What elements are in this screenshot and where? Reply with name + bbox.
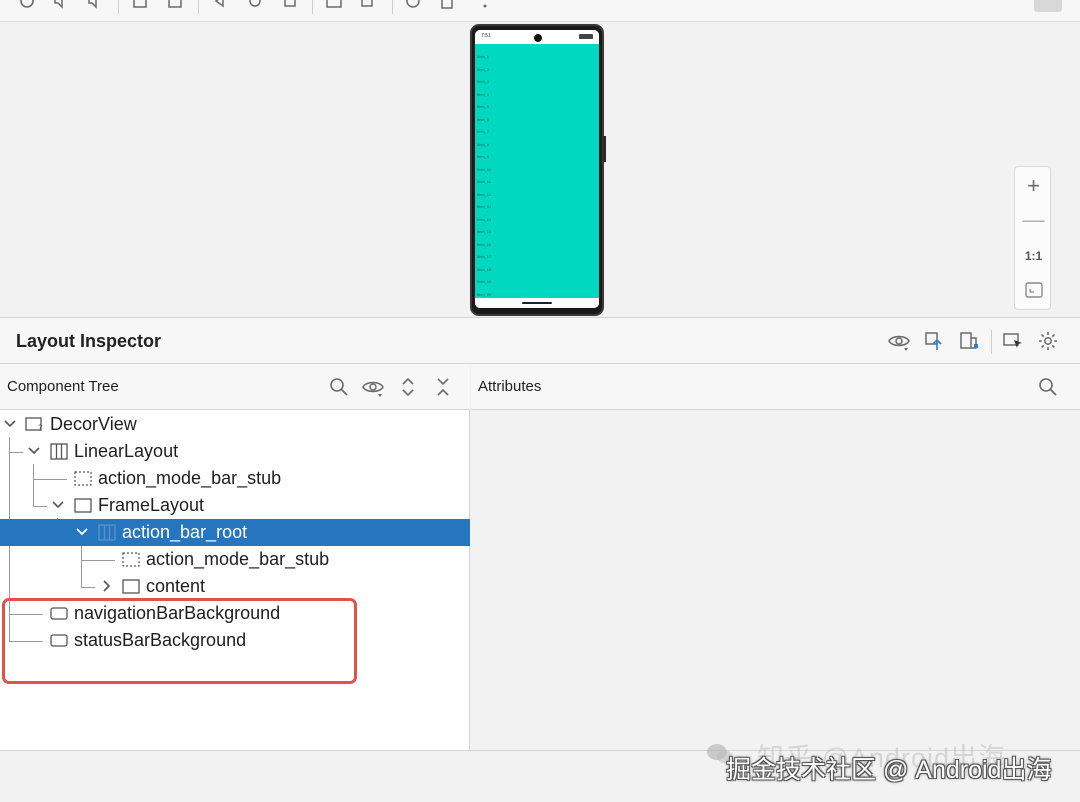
device-preview-area: 7:51 item_1 item_2 item_3 item_4 item_5 item_… [0, 23, 1080, 317]
layout-inspector-toggle-icon[interactable] [1034, 0, 1062, 12]
snapshot-icon[interactable] [958, 330, 980, 352]
device-list-item: item_18 [477, 266, 492, 272]
device-list-item: item_9 [477, 154, 490, 159]
tree-node-label: LinearLayout [74, 441, 179, 461]
device-status-bar: 7:51 [475, 30, 599, 44]
fit-screen-button[interactable] [1015, 273, 1052, 307]
chevron-down-icon[interactable] [3, 417, 17, 431]
rotate-right-icon[interactable] [166, 0, 184, 10]
info-icon[interactable] [404, 0, 422, 10]
record-icon[interactable] [360, 0, 378, 10]
attributes-panel: Attributes [471, 364, 1080, 750]
chevron-down-icon[interactable] [27, 444, 41, 458]
fit-screen-icon [1024, 282, 1043, 298]
tree-node-decorview[interactable]: ? DecorView [0, 411, 470, 438]
export-icon[interactable] [923, 330, 945, 352]
device-list-item: item_8 [477, 141, 490, 147]
device-screen[interactable]: 7:51 item_1 item_2 item_3 item_4 item_5 item_… [475, 30, 599, 308]
device-frame: 7:51 item_1 item_2 item_3 item_4 item_5 item_… [470, 24, 606, 316]
tree-node-label: FrameLayout [98, 495, 205, 515]
gear-icon[interactable] [1037, 330, 1059, 352]
collapse-all-icon[interactable] [432, 376, 454, 398]
device-list-item: item_13 [477, 204, 492, 209]
device-list-item: item_7 [477, 129, 490, 134]
stub-icon [122, 552, 140, 567]
chevron-right-icon[interactable] [99, 579, 113, 593]
component-tree-header: Component Tree [0, 364, 470, 410]
watermark-text: 掘金技术社区 @ Android出海 [726, 756, 1052, 784]
device-icon[interactable] [438, 0, 456, 10]
attributes-title: Attributes [478, 378, 542, 395]
gesture-handle [522, 302, 552, 304]
screenshot-icon[interactable] [325, 0, 343, 10]
tree-node-linearlayout[interactable]: LinearLayout [0, 438, 470, 465]
actual-size-button[interactable]: 1:1 [1015, 239, 1052, 273]
device-list-item: item_14 [477, 216, 492, 222]
device-side-button [603, 136, 606, 162]
tree-node-content[interactable]: content [0, 573, 470, 600]
device-list-item: item_17 [477, 254, 492, 259]
tree-node-framelayout[interactable]: FrameLayout [0, 492, 470, 519]
zoom-controls: + — 1:1 [1014, 166, 1051, 310]
device-list-item: item_19 [477, 279, 492, 284]
device-list-item: item_5 [477, 104, 490, 109]
frame-layout-icon [74, 498, 92, 513]
camera-cutout [534, 34, 542, 42]
linear-layout-icon [50, 443, 68, 460]
overview-icon[interactable] [281, 0, 299, 10]
device-list-item: item_20 [477, 291, 492, 297]
tree-node-label: content [146, 576, 206, 596]
device-list-item: item_12 [477, 191, 492, 197]
zoom-in-button[interactable]: + [1015, 169, 1052, 203]
search-icon[interactable] [1037, 376, 1059, 398]
device-list-item: item_1 [477, 54, 490, 59]
signal-battery-icon [579, 34, 593, 39]
tree-node-label: DecorView [50, 414, 137, 434]
chevron-down-icon[interactable] [75, 525, 89, 539]
tree-node-action-bar-root[interactable]: action_bar_root [0, 519, 470, 546]
tree-node-label: action_bar_root [122, 522, 248, 542]
device-list-item: item_15 [477, 229, 492, 234]
frame-layout-icon [122, 579, 140, 594]
tree-node-label: action_mode_bar_stub [146, 549, 330, 569]
eye-icon[interactable] [888, 330, 910, 352]
volume-down-icon[interactable] [86, 0, 104, 10]
tree-node-label: action_mode_bar_stub [98, 468, 282, 488]
attributes-header: Attributes [471, 364, 1080, 410]
svg-text:?: ? [38, 424, 43, 432]
device-list-item: item_6 [477, 116, 490, 122]
layout-inspector-header: Layout Inspector [0, 317, 1080, 364]
stub-icon [74, 471, 92, 486]
volume-up-icon[interactable] [52, 0, 70, 10]
device-list-item: item_16 [477, 241, 492, 247]
panel-title: Layout Inspector [16, 331, 162, 351]
tree-node-action-mode-bar-stub[interactable]: action_mode_bar_stub [0, 546, 470, 573]
more-icon[interactable] [476, 0, 494, 10]
tree-node-action-mode-bar-stub[interactable]: action_mode_bar_stub [0, 465, 470, 492]
annotation-highlight-box [2, 598, 357, 684]
power-icon[interactable] [18, 0, 36, 10]
zoom-out-button[interactable]: — [1015, 203, 1052, 237]
home-icon[interactable] [246, 0, 264, 10]
device-list-item: item_11 [477, 179, 491, 184]
device-status-time: 7:51 [481, 33, 491, 39]
device-navigation-bar [475, 298, 599, 308]
unknown-view-icon: ? [25, 417, 43, 432]
device-list-item: item_10 [477, 166, 492, 172]
component-tree-title: Component Tree [7, 378, 119, 395]
search-icon[interactable] [328, 376, 350, 398]
rotate-left-icon[interactable] [131, 0, 149, 10]
top-toolbar [0, 0, 1080, 22]
expand-all-icon[interactable] [397, 376, 419, 398]
device-list-item: item_3 [477, 79, 490, 84]
back-icon[interactable] [211, 0, 229, 10]
device-list-item: item_4 [477, 91, 490, 97]
chevron-down-icon[interactable] [51, 498, 65, 512]
linear-layout-icon [98, 524, 116, 541]
select-icon[interactable] [1002, 330, 1024, 352]
eye-icon[interactable] [362, 376, 384, 398]
device-list-item: item_2 [477, 66, 490, 72]
